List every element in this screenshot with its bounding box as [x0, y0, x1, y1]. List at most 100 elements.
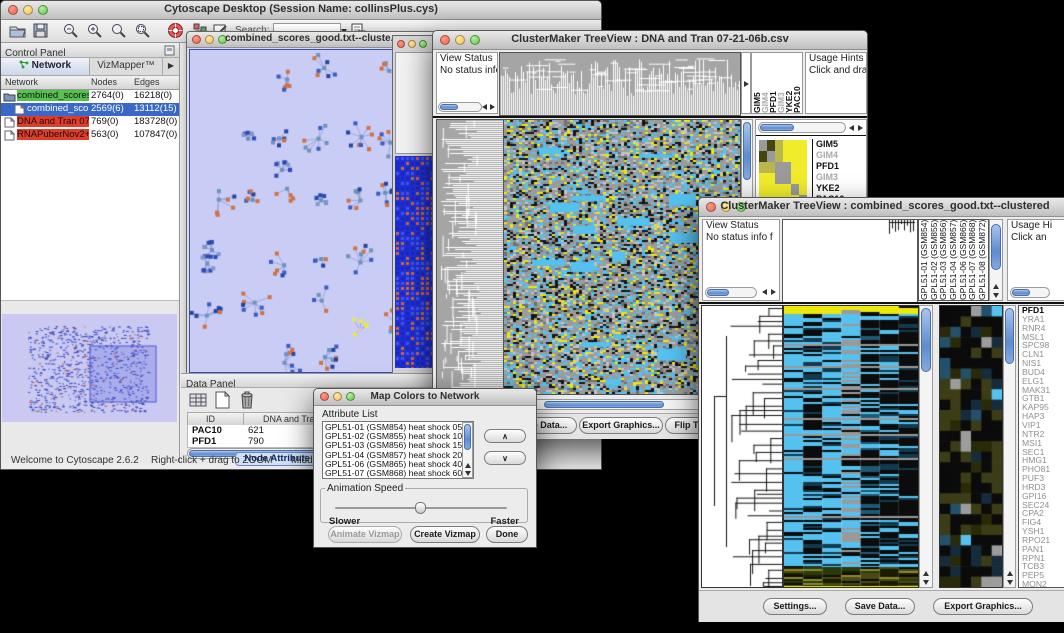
matrix-cell[interactable] [775, 151, 783, 162]
slider-thumb[interactable] [415, 502, 426, 514]
scroll-right-icon[interactable] [771, 289, 776, 295]
expand-icon[interactable] [744, 81, 749, 87]
attribute-list-item[interactable]: GPL51-06 (GSM865) heat shock 40 min [325, 460, 471, 469]
birdseye-view[interactable] [2, 314, 177, 422]
tv1-status-hscrollbar[interactable] [438, 102, 482, 112]
matrix-cell[interactable] [791, 162, 799, 173]
export-graphics-button[interactable]: Export Graphics... [933, 598, 1033, 615]
matrix-cell[interactable] [799, 173, 807, 184]
attribute-list-vscrollbar[interactable] [462, 422, 473, 478]
scroll-thumb[interactable] [1012, 289, 1030, 296]
create-vizmap-button[interactable]: Create Vizmap [410, 526, 480, 543]
main-title-bar[interactable]: Cytoscape Desktop (Session Name: collins… [1, 1, 601, 20]
zoom-in-icon[interactable] [87, 23, 103, 39]
zoom-out-icon[interactable] [63, 23, 79, 39]
tv1-row-dendrogram[interactable] [436, 119, 504, 395]
network-row[interactable]: combined_sco2569(6)13112(15) [1, 103, 179, 116]
save-icon[interactable] [33, 23, 48, 38]
matrix-cell[interactable] [791, 184, 799, 195]
scroll-thumb[interactable] [760, 124, 794, 131]
matrix-cell[interactable] [799, 162, 807, 173]
matrix-cell[interactable] [775, 184, 783, 195]
scroll-left-icon[interactable] [482, 104, 487, 110]
scroll-thumb[interactable] [544, 401, 664, 408]
treeview1-title-bar[interactable]: ClusterMaker TreeView : DNA and Tran 07-… [433, 31, 867, 50]
matrix-cell[interactable] [799, 151, 807, 162]
tv2-row-dendrogram[interactable] [701, 305, 783, 588]
scroll-down-icon[interactable] [993, 293, 999, 298]
matrix-cell[interactable] [767, 140, 775, 151]
matrix-cell[interactable] [791, 173, 799, 184]
delete-icon[interactable] [239, 390, 255, 409]
network-row[interactable]: RNAPuberNov2+563(0)107847(0) [1, 129, 179, 142]
network-row[interactable]: combined_scores2764(0)16218(0) [1, 90, 179, 103]
tv2-gene-list[interactable]: PFD1YRA1RNR4MSL1SPC98CLN1NIS1BUD4ELG1MAK… [1018, 305, 1064, 588]
scroll-up-icon[interactable] [923, 571, 929, 576]
scroll-thumb[interactable] [707, 289, 729, 296]
tab-overflow-arrow-icon[interactable]: ▶ [163, 58, 179, 75]
help-ring-icon[interactable] [167, 22, 184, 39]
zoom-selected-icon[interactable] [111, 23, 127, 39]
new-doc-icon[interactable] [215, 391, 230, 409]
float-panel-icon[interactable] [164, 45, 175, 56]
export-graphics-button[interactable]: Export Graphics... [579, 417, 663, 434]
matrix-cell[interactable] [767, 162, 775, 173]
matrix-cell[interactable] [783, 184, 791, 195]
matrix-cell[interactable] [783, 173, 791, 184]
scroll-down-icon[interactable] [465, 471, 471, 476]
matrix-cell[interactable] [759, 162, 767, 173]
scroll-thumb[interactable] [464, 424, 471, 450]
zoom-fit-icon[interactable] [135, 23, 151, 39]
done-button[interactable]: Done [486, 526, 528, 543]
scroll-thumb[interactable] [1005, 308, 1014, 364]
scroll-up-icon[interactable] [993, 284, 999, 289]
attribute-list-item[interactable]: GPL51-04 (GSM857) heat shock 20 min [325, 451, 471, 460]
tab-network[interactable]: Network [1, 58, 90, 75]
scroll-down-icon[interactable] [1007, 580, 1013, 585]
scroll-up-icon[interactable] [465, 463, 471, 468]
scroll-thumb[interactable] [921, 308, 931, 372]
tv2-labels-vscrollbar[interactable] [989, 219, 1003, 301]
matrix-cell[interactable] [775, 162, 783, 173]
tv2-column-dendrogram[interactable] [782, 219, 918, 303]
matrix-cell[interactable] [775, 140, 783, 151]
attribute-list-item[interactable]: GPL51-02 (GSM855) heat shock 10 min [325, 432, 471, 441]
dense-network-canvas[interactable] [395, 156, 435, 368]
gene-label[interactable]: MON2 [1022, 580, 1064, 588]
attribute-list-item[interactable]: GPL51-07 (GSM868) heat shock 60 min [325, 469, 471, 478]
move-up-button[interactable]: ∧ [484, 429, 526, 443]
close-icon[interactable] [397, 40, 405, 48]
tv2-status-hscrollbar[interactable] [705, 287, 757, 298]
save-data-button[interactable]: Save Data... [845, 598, 915, 615]
scroll-up-icon[interactable] [1007, 571, 1013, 576]
tv2-genelist-vscrollbar[interactable] [1003, 305, 1016, 588]
scroll-thumb[interactable] [991, 224, 1001, 270]
matrix-cell[interactable] [791, 140, 799, 151]
matrix-cell[interactable] [767, 173, 775, 184]
matrix-cell[interactable] [759, 173, 767, 184]
matrix-cell[interactable] [759, 140, 767, 151]
attribute-listbox[interactable]: GPL51-01 (GSM854) heat shock 05 minGPL51… [322, 421, 474, 479]
scroll-left-icon[interactable] [762, 289, 767, 295]
tv2-usage-hscrollbar[interactable] [1010, 287, 1050, 298]
animation-speed-slider[interactable] [335, 502, 507, 514]
matrix-cell[interactable] [783, 162, 791, 173]
tv1-column-dendrogram[interactable] [499, 52, 741, 116]
scroll-left-icon[interactable] [849, 125, 854, 131]
matrix-cell[interactable] [775, 173, 783, 184]
open-folder-icon[interactable] [9, 23, 26, 38]
scroll-right-icon[interactable] [858, 125, 863, 131]
tv2-zoom-heatmap[interactable] [939, 305, 1003, 588]
tv1-zoom-hscrollbar[interactable] [758, 122, 846, 133]
attribute-list-item[interactable]: GPL51-01 (GSM854) heat shock 05 min [325, 423, 471, 432]
matrix-cell[interactable] [759, 151, 767, 162]
matrix-cell[interactable] [799, 184, 807, 195]
minimize-icon[interactable] [408, 40, 416, 48]
zoom-window-icon[interactable] [419, 40, 427, 48]
treeview2-title-bar[interactable]: ClusterMaker TreeView : combined_scores_… [699, 198, 1064, 217]
scroll-down-icon[interactable] [923, 580, 929, 585]
scroll-thumb[interactable] [440, 104, 458, 110]
settings-button[interactable]: Settings... [763, 598, 827, 615]
matrix-cell[interactable] [783, 151, 791, 162]
matrix-cell[interactable] [799, 140, 807, 151]
